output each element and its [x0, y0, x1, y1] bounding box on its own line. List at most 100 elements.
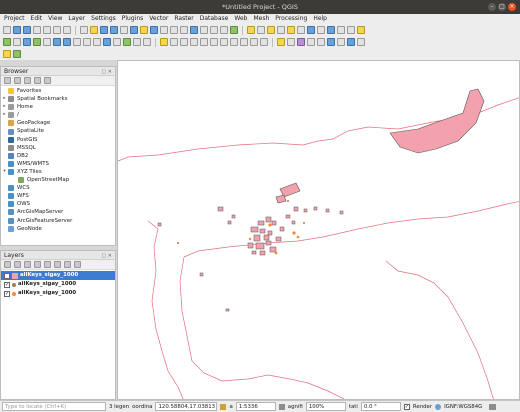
browser-item[interactable]: ▸ Spatial Bookmarks	[1, 95, 115, 103]
browser-item[interactable]: WFS	[1, 192, 115, 200]
filter-legend-icon[interactable]	[34, 261, 41, 268]
open-project-icon[interactable]	[13, 26, 21, 34]
menu-processing[interactable]: Processing	[275, 14, 307, 24]
browser-item[interactable]: SpatiaLite	[1, 127, 115, 135]
show-bookmarks-icon[interactable]	[220, 26, 228, 34]
expand-arrow-icon[interactable]: ▸	[1, 103, 8, 111]
undo-icon[interactable]	[250, 38, 258, 46]
maximize-icon[interactable]: □	[498, 3, 506, 11]
menu-layer[interactable]: Layer	[68, 14, 85, 24]
add-delimited-text-icon[interactable]	[43, 38, 51, 46]
layout-manager-icon[interactable]	[53, 26, 61, 34]
layer-item[interactable]: ✓ allKeys_sigay_1000	[1, 289, 115, 298]
layer-item[interactable]: ✓ allKeys_sigay_1000	[1, 271, 115, 280]
browser-item[interactable]: WCS	[1, 184, 115, 192]
lock-scale-icon[interactable]	[220, 403, 227, 410]
redo-icon[interactable]	[260, 38, 268, 46]
style-manager-icon[interactable]	[63, 26, 71, 34]
magnifier-field[interactable]: 100%	[305, 402, 346, 411]
identify-icon[interactable]	[247, 26, 255, 34]
feature-polygon[interactable]	[279, 182, 301, 198]
zoom-native-icon[interactable]	[160, 26, 168, 34]
add-wms-icon[interactable]	[73, 38, 81, 46]
messages-icon[interactable]	[489, 403, 497, 410]
expand-arrow-icon[interactable]: ▸	[1, 111, 8, 119]
browser-item[interactable]: PostGIS	[1, 136, 115, 144]
delete-selected-icon[interactable]	[210, 38, 218, 46]
add-feature-icon[interactable]	[190, 38, 198, 46]
browser-item[interactable]: ArcGisFeatureServer	[1, 217, 115, 225]
processing-history-icon[interactable]	[13, 50, 21, 58]
style-panel-icon[interactable]	[4, 261, 11, 268]
add-wfs-icon[interactable]	[93, 38, 101, 46]
menu-project[interactable]: Project	[4, 14, 25, 24]
zoom-last-icon[interactable]	[170, 26, 178, 34]
browser-item[interactable]: GeoNode	[1, 225, 115, 233]
zoom-out-icon[interactable]	[110, 26, 118, 34]
browser-item[interactable]: GeoPackage	[1, 119, 115, 127]
change-label-icon[interactable]	[327, 38, 335, 46]
feature-polygon[interactable]	[275, 194, 287, 204]
add-vector-icon[interactable]	[13, 38, 21, 46]
collapse-all-icon[interactable]	[64, 261, 71, 268]
bookmark-icon[interactable]	[210, 26, 218, 34]
new-3d-view-icon[interactable]	[200, 26, 208, 34]
python-console-icon[interactable]	[337, 38, 345, 46]
add-mesh-icon[interactable]	[33, 38, 41, 46]
layer-visibility-checkbox[interactable]: ✓	[4, 272, 10, 279]
menu-database[interactable]: Database	[200, 14, 229, 24]
browser-item[interactable]: MSSQL	[1, 144, 115, 152]
save-project-icon[interactable]	[23, 26, 31, 34]
properties-icon[interactable]	[44, 77, 51, 84]
statistics-icon[interactable]	[317, 26, 325, 34]
annotation-icon[interactable]	[357, 26, 365, 34]
new-print-layout-icon[interactable]	[43, 26, 51, 34]
menu-plugins[interactable]: Plugins	[122, 14, 144, 24]
menu-settings[interactable]: Settings	[91, 14, 116, 24]
select-features-icon[interactable]	[267, 26, 275, 34]
crs-button[interactable]: IGNF:WGS84G	[444, 404, 482, 410]
cut-features-icon[interactable]	[220, 38, 228, 46]
paste-features-icon[interactable]	[240, 38, 248, 46]
expand-all-icon[interactable]	[54, 261, 61, 268]
map-tips-icon[interactable]	[347, 26, 355, 34]
browser-item[interactable]: OpenStreetMap	[1, 176, 115, 184]
add-raster-icon[interactable]	[23, 38, 31, 46]
deselect-icon[interactable]	[287, 26, 295, 34]
browser-item[interactable]: OWS	[1, 200, 115, 208]
attribute-table-icon[interactable]	[307, 26, 315, 34]
filter-by-expression-icon[interactable]	[44, 261, 51, 268]
new-shapefile-icon[interactable]	[113, 38, 121, 46]
add-group-icon[interactable]	[14, 261, 21, 268]
label-tool-icon[interactable]	[277, 38, 285, 46]
menu-raster[interactable]: Raster	[174, 14, 193, 24]
add-spatialite-icon[interactable]	[53, 38, 61, 46]
zoom-rubber-icon[interactable]	[120, 26, 128, 34]
pan-map-icon[interactable]	[80, 26, 88, 34]
browser-item[interactable]: ▸ Home	[1, 103, 115, 111]
new-project-icon[interactable]	[3, 26, 11, 34]
expand-arrow-icon[interactable]: ▸	[1, 95, 8, 103]
new-temporary-layer-icon[interactable]	[133, 38, 141, 46]
measure-icon[interactable]	[337, 26, 345, 34]
browser-item[interactable]: WMS/WMTS	[1, 160, 115, 168]
dock-close-icon[interactable]: ▢ ✕	[100, 252, 112, 259]
actions-icon[interactable]	[257, 26, 265, 34]
help-icon[interactable]	[357, 38, 365, 46]
expand-arrow-icon[interactable]: ▾	[1, 168, 8, 176]
menu-vector[interactable]: Vector	[149, 14, 168, 24]
menu-help[interactable]: Help	[313, 14, 327, 24]
pin-labels-icon[interactable]	[287, 38, 295, 46]
zoom-full-icon[interactable]	[130, 26, 138, 34]
scale-field[interactable]: 1:5336	[235, 402, 276, 411]
zoom-selection-icon[interactable]	[140, 26, 148, 34]
dock-close-icon[interactable]: ▢ ✕	[100, 68, 112, 75]
move-label-icon[interactable]	[307, 38, 315, 46]
browser-item[interactable]: Favorites	[1, 87, 115, 95]
rotate-label-icon[interactable]	[317, 38, 325, 46]
pan-to-selection-icon[interactable]	[90, 26, 98, 34]
plugin-manager-icon[interactable]	[347, 38, 355, 46]
vertex-tool-icon[interactable]	[200, 38, 208, 46]
map-canvas[interactable]	[117, 60, 520, 400]
refresh-icon[interactable]	[230, 26, 238, 34]
